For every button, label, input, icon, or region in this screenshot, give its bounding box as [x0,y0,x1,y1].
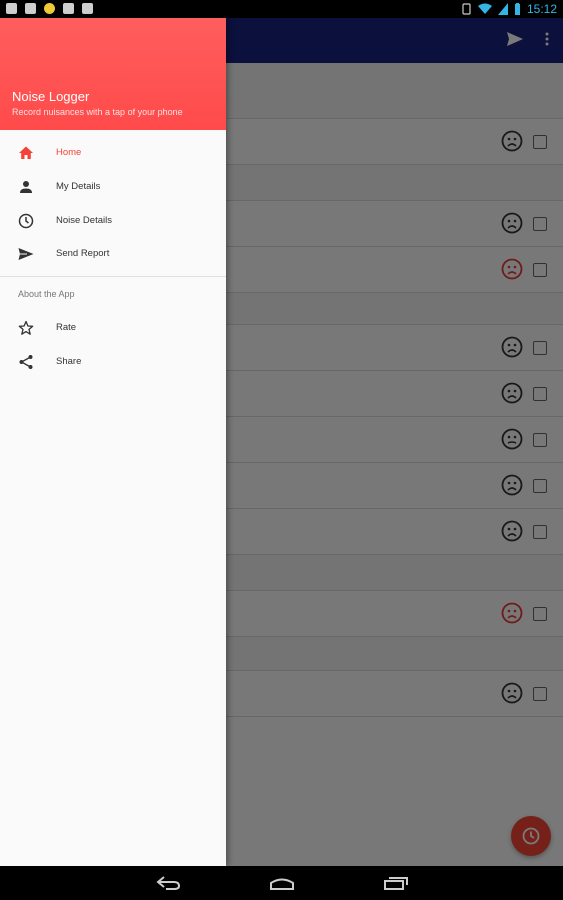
battery-icon [514,3,520,15]
nav-item-noise-details[interactable]: Noise Details [0,204,226,238]
status-bar: 15:12 [0,0,563,18]
nav-item-share[interactable]: Share [0,345,226,379]
nav-item-label: Share [56,356,82,367]
sync-notification-icon [44,3,55,14]
image-notification-icon [6,3,17,14]
nav-item-label: My Details [56,181,101,192]
rotate-icon [462,3,471,15]
app-notification-icon [25,3,36,14]
send-icon [18,248,34,260]
navigation-drawer: Noise Logger Record nuisances with a tap… [0,18,226,866]
back-icon[interactable] [156,875,182,891]
download-notification-icon [82,3,93,14]
home-icon [19,146,33,159]
home-icon[interactable] [269,875,295,891]
system-icons: 15:12 [461,2,557,16]
wifi-icon [477,3,492,14]
nav-item-label: Rate [56,322,77,333]
gamepad-notification-icon [63,3,74,14]
drawer-section-header: About the App [18,289,75,299]
clock: 15:12 [526,2,557,16]
recent-apps-icon[interactable] [383,875,409,891]
nav-item-label: Noise Details [56,215,112,226]
nav-item-label: Send Report [56,248,110,259]
nav-item-my-details[interactable]: My Details [0,170,226,204]
notification-icons [6,3,93,14]
share-icon [19,355,33,369]
person-icon [20,181,32,193]
app-subtitle: Record nuisances with a tap of your phon… [12,107,183,117]
nav-item-rate[interactable]: Rate [0,311,226,345]
drawer-header: Noise Logger Record nuisances with a tap… [0,18,226,130]
star-icon [18,320,34,335]
nav-item-label: Home [56,147,82,158]
app-title: Noise Logger [12,89,90,104]
drawer-divider [0,276,226,277]
signal-icon [497,3,508,15]
nav-item-home[interactable]: Home [0,136,226,170]
system-nav-bar [0,866,563,900]
clock-icon [18,213,34,229]
nav-item-send-report[interactable]: Send Report [0,237,226,271]
